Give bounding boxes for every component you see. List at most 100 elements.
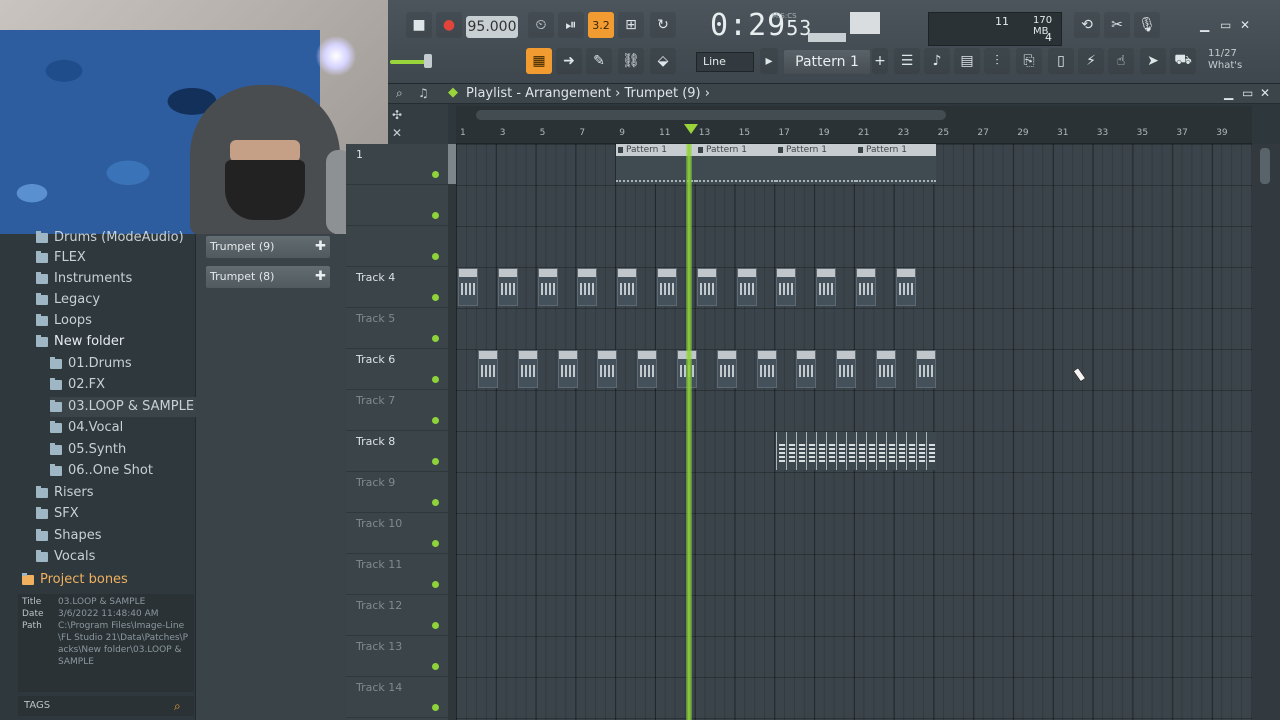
maximize-icon[interactable]: ▭ [1220,18,1231,32]
browser-folder[interactable]: New folder [36,332,124,352]
close-icon[interactable]: ✕ [1240,18,1250,32]
stamp-icon[interactable]: ⬙ [650,48,676,74]
browser-folder[interactable]: FLEX [36,248,86,268]
piano-roll-icon[interactable]: ♪ [924,48,950,74]
audio-clip[interactable] [856,432,866,470]
news-hint[interactable]: 11/27 What's [1208,48,1242,72]
track-mute-led[interactable] [432,622,439,629]
tempo-display[interactable]: 95.000 [466,16,518,38]
audio-clip[interactable] [478,350,498,388]
tags-bar[interactable]: TAGS ⌕ [18,696,194,716]
track-header[interactable]: Track 11 [346,554,448,595]
audio-clip[interactable] [497,268,518,306]
audio-clip[interactable] [816,432,826,470]
cart-icon[interactable]: ⛟ [1170,48,1196,74]
track-header[interactable]: Track 12 [346,595,448,636]
cut-icon[interactable]: ✂ [1104,12,1130,38]
audio-clip[interactable] [876,350,896,388]
track-mute-led[interactable] [432,171,439,178]
audio-clip[interactable] [836,432,846,470]
step-edit-icon[interactable]: ⊞ [618,12,644,38]
playlist-close-icon[interactable]: ✕ [1260,86,1270,100]
pattern-clip[interactable]: Pattern 1 [776,144,856,184]
pattern-selector[interactable]: Pattern 1 [784,50,870,74]
browser-folder[interactable]: Shapes [36,526,101,546]
master-volume-knob[interactable] [424,54,432,68]
browser-folder[interactable]: 05.Synth [50,440,126,460]
audio-clip[interactable] [826,432,836,470]
track-mute-led[interactable] [432,663,439,670]
close-tool-icon[interactable]: ✕ [392,126,402,140]
browser-folder[interactable]: Risers [36,483,94,503]
loop-record-icon[interactable]: ↻ [650,12,676,38]
audio-clip[interactable] [458,268,478,306]
pattern-clip[interactable]: Pattern 1 [696,144,776,184]
audio-clip[interactable] [557,350,578,388]
track-mute-led[interactable] [432,376,439,383]
pattern-clip[interactable]: Pattern 1 [856,144,936,184]
audio-clip[interactable] [806,432,816,470]
audio-clip[interactable] [796,432,806,470]
picker-clip[interactable]: Trumpet (8) ✚ [206,266,330,288]
playlist-current-clip[interactable]: Trumpet (9) [624,86,700,101]
browser-folder[interactable]: 03.LOOP & SAMPLE [50,397,208,417]
browser-folder[interactable]: Legacy [36,290,100,310]
audio-clip[interactable] [756,350,777,388]
track-header[interactable]: Track 8 [346,431,448,472]
track-header[interactable]: Track 14 [346,677,448,718]
track-scroll[interactable] [448,144,456,720]
audio-clip[interactable] [915,350,936,388]
minimize-icon[interactable]: ▁ [1200,18,1209,32]
touch-icon[interactable]: ☝ [1108,48,1134,74]
audio-clip[interactable] [796,350,817,388]
audio-clip[interactable] [696,268,717,306]
snap-select[interactable]: Line [696,52,754,72]
track-header[interactable]: Track 9 [346,472,448,513]
track-header[interactable]: Track 4 [346,267,448,308]
typing-keyboard-icon[interactable]: ▦ [526,48,552,74]
countdown-button[interactable]: 3.2 [588,12,614,38]
horizontal-scrollbar[interactable] [456,106,1252,124]
track-header[interactable]: 1 [346,144,448,185]
search-icon[interactable]: ⌕ [174,698,190,714]
audio-clip[interactable] [895,268,916,306]
audio-clip[interactable] [816,268,837,306]
add-icon[interactable]: ✚ [315,236,326,258]
mic-icon[interactable]: 🎙 [1134,12,1160,38]
track-mute-led[interactable] [432,417,439,424]
track-mute-led[interactable] [432,540,439,547]
track-header[interactable] [346,226,448,267]
browser-folder[interactable]: Drums (ModeAudio) [36,228,184,248]
vertical-scroll-thumb[interactable] [1260,148,1270,184]
audio-clip[interactable] [776,268,797,306]
track-header[interactable]: Track 10 [346,513,448,554]
audio-clip[interactable] [736,268,757,306]
undo-icon[interactable]: ⟲ [1074,12,1100,38]
audio-clip[interactable] [866,432,876,470]
track-header[interactable]: Track 7 [346,390,448,431]
stop-button[interactable]: ■ [406,12,432,38]
channel-rack-icon[interactable]: ▤ [954,48,980,74]
browser-folder[interactable]: 01.Drums [50,354,132,374]
playlist-grid[interactable]: Pattern 1 Pattern 1 Pattern 1 Pattern 1 [456,144,1252,720]
audio-clip[interactable] [776,432,786,470]
vertical-scrollbar[interactable] [1252,144,1280,720]
add-icon[interactable]: ✚ [315,266,326,288]
audio-clip[interactable] [577,268,598,306]
browser-folder[interactable]: Loops [36,311,92,331]
browser-icon[interactable]: ⎘ [1016,48,1042,74]
track-mute-led[interactable] [432,499,439,506]
link-icon[interactable]: ⛓ [618,48,644,74]
arrow-right-icon[interactable]: ➜ [556,48,582,74]
browser-folder[interactable]: Vocals [36,547,95,567]
audio-clip[interactable] [916,432,926,470]
playlist-icon[interactable]: ☰ [894,48,920,74]
timeline-ruler[interactable]: 1 3 5 7 9 11 13 15 17 19 21 23 25 27 29 31 33 35 37 39 [456,124,1252,144]
audio-clip[interactable] [597,350,618,388]
audio-clip[interactable] [537,268,558,306]
mixer-icon[interactable]: ⫶ [984,48,1010,74]
track-header[interactable]: Track 13 [346,636,448,677]
audio-clip[interactable] [906,432,916,470]
search-icon[interactable]: ⌕ [396,86,403,101]
record-button[interactable]: ● [436,12,462,38]
